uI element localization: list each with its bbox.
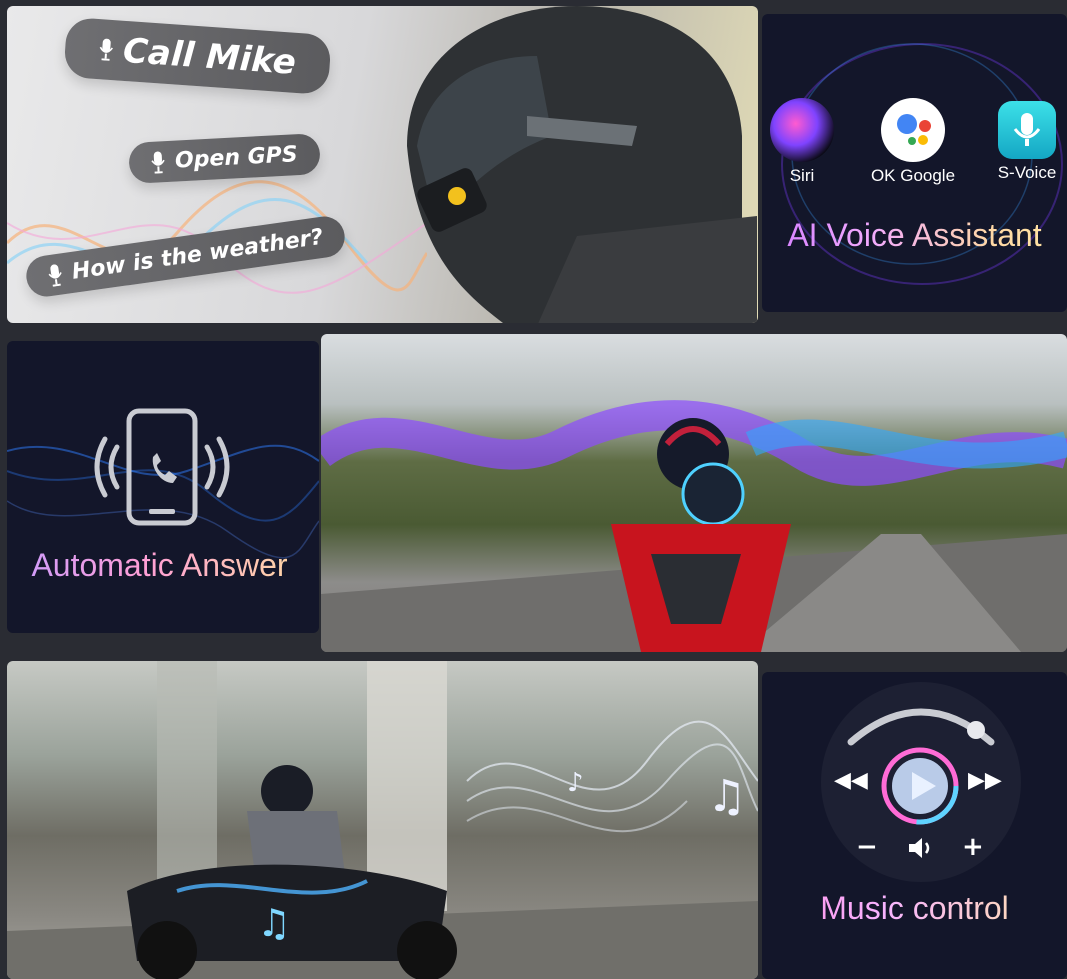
assistant-label: Siri	[789, 166, 815, 185]
voice-command-bubble-call: Call Mike	[63, 16, 332, 96]
svg-text:♪: ♪	[567, 768, 584, 798]
microphone-icon	[151, 150, 165, 174]
fast-forward-icon[interactable]: ▶▶	[968, 768, 1002, 793]
music-control-panel: ◀◀ ▶▶ − + Music control	[762, 672, 1067, 979]
microphone-icon	[99, 38, 113, 61]
panel-title: Music control	[762, 890, 1067, 927]
phone-ringing-icon	[94, 408, 230, 526]
rewind-icon[interactable]: ◀◀	[834, 768, 868, 793]
assistant-label: OK Google	[870, 166, 956, 185]
automatic-answer-panel: Automatic Answer	[7, 341, 319, 633]
voice-command-panel: Call Mike Open GPS How is the weather?	[7, 6, 758, 323]
microphone-icon	[48, 263, 62, 287]
panel-title: AI Voice Assistant	[762, 217, 1067, 254]
ai-voice-assistant-panel: Siri OK Google S-Voice AI Voice Assistan…	[762, 14, 1067, 312]
volume-down-button[interactable]: −	[856, 832, 878, 862]
svg-text:♫: ♫	[257, 901, 291, 945]
motorcycle-music-graphic: ♫ ♪ ♫	[7, 661, 758, 979]
assistant-s-voice: S-Voice	[977, 98, 1067, 183]
svg-text:♫: ♫	[707, 771, 746, 822]
siri-icon	[770, 98, 834, 162]
rider-on-road-photo	[321, 334, 1067, 652]
volume-up-button[interactable]: +	[962, 832, 984, 862]
assistant-list: Siri OK Google S-Voice	[762, 98, 1067, 198]
panel-title: Automatic Answer	[7, 547, 312, 584]
assistant-google: OK Google	[863, 98, 963, 186]
s-voice-icon	[998, 101, 1056, 159]
street-rider-photo: ♫ ♪ ♫	[7, 661, 758, 979]
voice-command-text: Call Mike	[121, 30, 298, 83]
voice-command-text: Open GPS	[174, 142, 299, 174]
assistant-label: S-Voice	[997, 163, 1057, 182]
play-icon[interactable]	[880, 746, 960, 826]
motorcycle-rider-graphic	[321, 400, 1067, 652]
assistant-siri: Siri	[762, 98, 852, 186]
volume-icon	[909, 838, 930, 858]
helmet-rider-photo	[407, 6, 757, 323]
google-assistant-icon	[881, 98, 945, 162]
